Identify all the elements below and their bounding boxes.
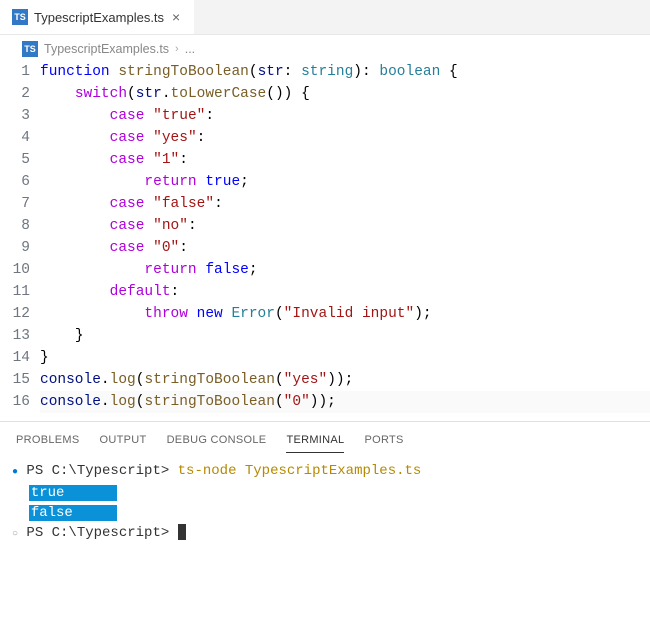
line-number: 7 — [4, 193, 30, 215]
breadcrumb-ellipsis: ... — [185, 42, 195, 56]
breadcrumb[interactable]: TS TypescriptExamples.ts › ... — [0, 35, 650, 61]
chevron-right-icon: › — [175, 43, 179, 55]
typescript-file-icon: TS — [12, 9, 28, 25]
terminal-line: ● PS C:\Typescript> ts-node TypescriptEx… — [12, 461, 638, 483]
line-number: 12 — [4, 303, 30, 325]
panel-tab-problems[interactable]: PROBLEMS — [16, 430, 80, 453]
typescript-file-icon: TS — [22, 41, 38, 57]
terminal-prompt: PS C:\Typescript> — [26, 463, 169, 479]
line-number: 13 — [4, 325, 30, 347]
bullet-icon: ● — [12, 467, 18, 478]
line-number: 16 — [4, 391, 30, 413]
line-number: 8 — [4, 215, 30, 237]
bullet-icon: ○ — [12, 529, 18, 540]
terminal-content[interactable]: ● PS C:\Typescript> ts-node TypescriptEx… — [0, 453, 650, 553]
line-gutter: 12345678910111213141516 — [4, 61, 40, 413]
terminal-output: true — [12, 483, 638, 503]
line-number: 14 — [4, 347, 30, 369]
terminal-output-highlight: false — [29, 505, 75, 521]
code-line[interactable]: return true; — [40, 171, 650, 193]
breadcrumb-filename: TypescriptExamples.ts — [44, 42, 169, 56]
line-number: 3 — [4, 105, 30, 127]
terminal-prompt: PS C:\Typescript> — [26, 525, 169, 541]
terminal-command: ts-node TypescriptExamples.ts — [178, 463, 422, 479]
code-content[interactable]: function stringToBoolean(str: string): b… — [40, 61, 650, 413]
code-line[interactable]: case "yes": — [40, 127, 650, 149]
panel-tab-output[interactable]: OUTPUT — [100, 430, 147, 453]
line-number: 10 — [4, 259, 30, 281]
code-line[interactable]: return false; — [40, 259, 650, 281]
code-editor[interactable]: 12345678910111213141516 function stringT… — [0, 61, 650, 413]
code-line[interactable]: case "no": — [40, 215, 650, 237]
panel-tab-terminal[interactable]: TERMINAL — [286, 430, 344, 453]
terminal-output: false — [12, 503, 638, 523]
line-number: 2 — [4, 83, 30, 105]
code-line[interactable]: } — [40, 325, 650, 347]
terminal-cursor — [178, 524, 186, 540]
line-number: 6 — [4, 171, 30, 193]
editor-tab-bar: TS TypescriptExamples.ts × — [0, 0, 650, 35]
line-number: 1 — [4, 61, 30, 83]
panel-tab-debug-console[interactable]: DEBUG CONSOLE — [167, 430, 267, 453]
panel-tab-ports[interactable]: PORTS — [364, 430, 403, 453]
code-line[interactable]: switch(str.toLowerCase()) { — [40, 83, 650, 105]
code-line[interactable]: case "0": — [40, 237, 650, 259]
code-line[interactable]: default: — [40, 281, 650, 303]
code-line[interactable]: console.log(stringToBoolean("0")); — [40, 391, 650, 413]
code-line[interactable]: throw new Error("Invalid input"); — [40, 303, 650, 325]
line-number: 4 — [4, 127, 30, 149]
code-line[interactable]: case "false": — [40, 193, 650, 215]
line-number: 9 — [4, 237, 30, 259]
editor-tab[interactable]: TS TypescriptExamples.ts × — [0, 0, 194, 34]
editor-tab-filename: TypescriptExamples.ts — [34, 10, 164, 25]
line-number: 11 — [4, 281, 30, 303]
code-line[interactable]: function stringToBoolean(str: string): b… — [40, 61, 650, 83]
panel-tab-bar: PROBLEMS OUTPUT DEBUG CONSOLE TERMINAL P… — [0, 422, 650, 453]
line-number: 5 — [4, 149, 30, 171]
bottom-panel: PROBLEMS OUTPUT DEBUG CONSOLE TERMINAL P… — [0, 421, 650, 553]
line-number: 15 — [4, 369, 30, 391]
terminal-line: ○ PS C:\Typescript> — [12, 523, 638, 545]
code-line[interactable]: case "1": — [40, 149, 650, 171]
close-icon[interactable]: × — [170, 9, 182, 25]
code-line[interactable]: console.log(stringToBoolean("yes")); — [40, 369, 650, 391]
terminal-output-highlight: true — [29, 485, 67, 501]
code-line[interactable]: case "true": — [40, 105, 650, 127]
code-line[interactable]: } — [40, 347, 650, 369]
